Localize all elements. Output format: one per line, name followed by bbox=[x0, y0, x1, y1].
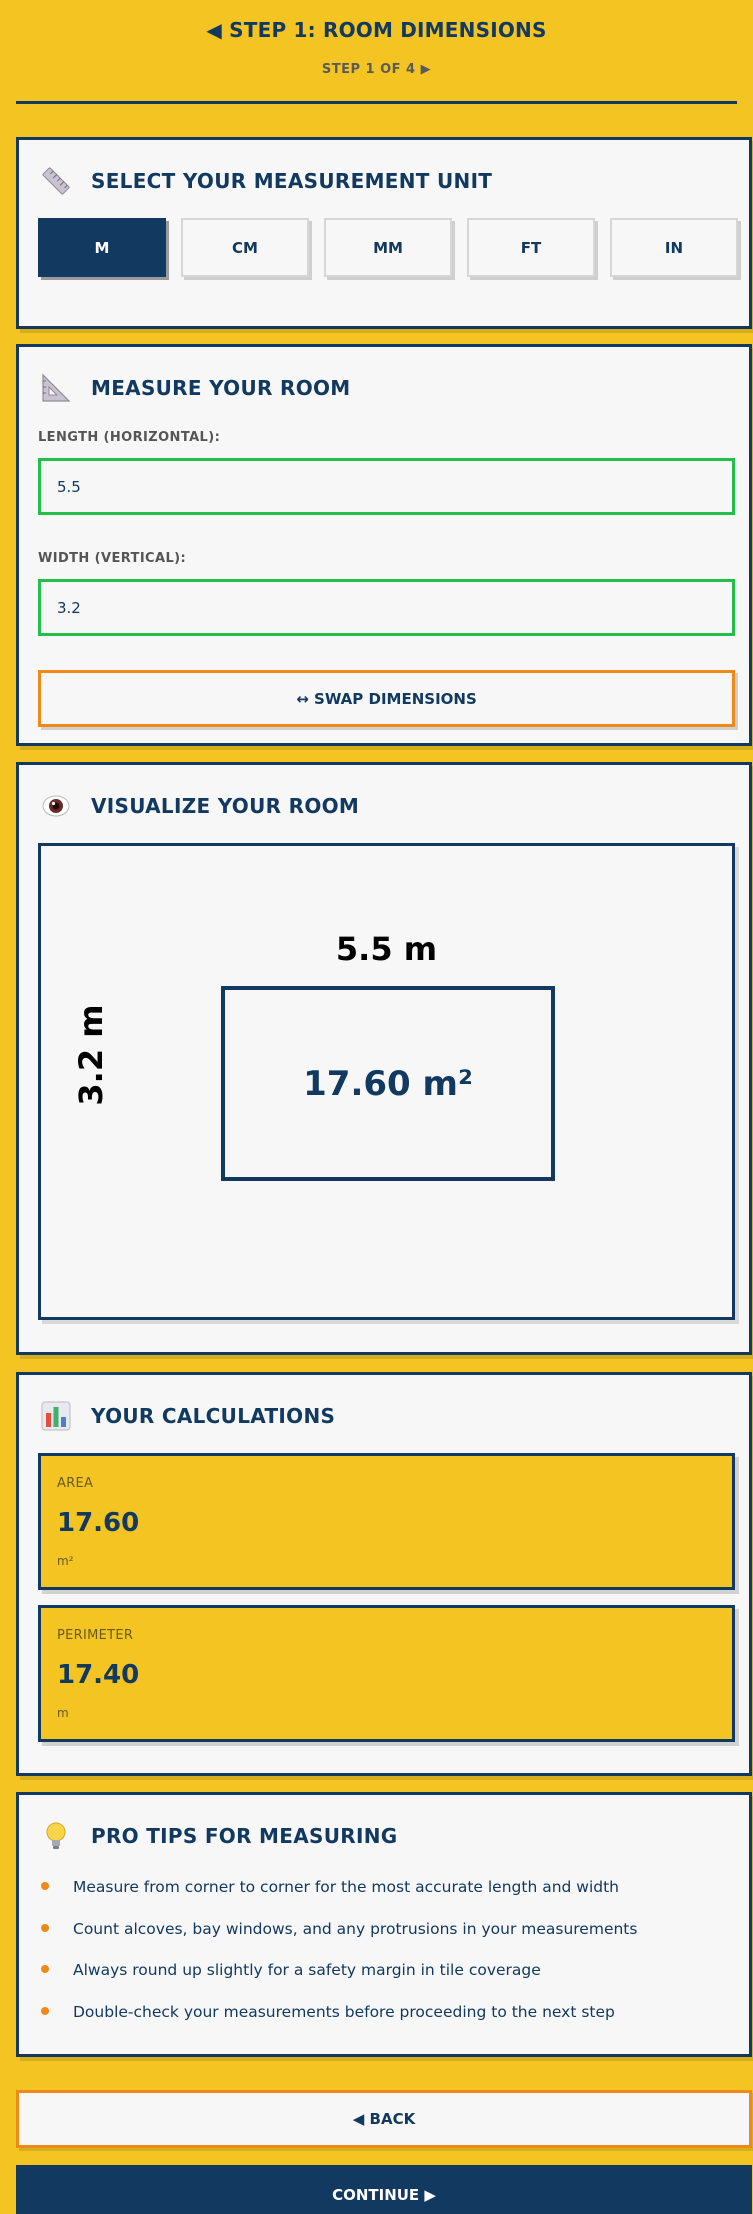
tip-item: Measure from corner to corner for the mo… bbox=[38, 1877, 637, 1919]
perimeter-result-box: PERIMETER 17.40 m bbox=[38, 1605, 735, 1742]
perimeter-result-unit: m bbox=[57, 1706, 69, 1720]
room-visualization: 5.5 m 3.2 m 17.60 m² bbox=[38, 843, 735, 1320]
visualize-card-title: VISUALIZE YOUR ROOM bbox=[91, 794, 360, 818]
unit-button-cm[interactable]: CM bbox=[181, 218, 309, 277]
unit-button-m[interactable]: M bbox=[38, 218, 166, 277]
tips-card-title: PRO TIPS FOR MEASURING bbox=[91, 1824, 398, 1848]
tip-item: Double-check your measurements before pr… bbox=[38, 2002, 637, 2044]
width-label: WIDTH (VERTICAL): bbox=[38, 551, 187, 566]
width-input[interactable] bbox=[38, 579, 735, 636]
tips-list: Measure from corner to corner for the mo… bbox=[38, 1877, 637, 2043]
tip-item: Count alcoves, bay windows, and any prot… bbox=[38, 1919, 637, 1961]
bar-chart-icon bbox=[39, 1399, 73, 1433]
unit-button-in[interactable]: IN bbox=[610, 218, 738, 277]
pro-tips-card: PRO TIPS FOR MEASURING Measure from corn… bbox=[16, 1792, 752, 2057]
continue-button[interactable]: CONTINUE ▶ bbox=[16, 2165, 752, 2214]
tip-text: Double-check your measurements before pr… bbox=[73, 2002, 615, 2021]
visualize-card-header: VISUALIZE YOUR ROOM bbox=[39, 789, 359, 823]
eye-icon bbox=[39, 789, 73, 823]
area-result-unit: m² bbox=[57, 1554, 74, 1568]
bullet-dot-icon bbox=[41, 1882, 49, 1890]
room-area-label: 17.60 m² bbox=[303, 1063, 473, 1104]
measure-card-title: MEASURE YOUR ROOM bbox=[91, 376, 351, 400]
bullet-dot-icon bbox=[41, 1923, 49, 1932]
tip-text: Count alcoves, bay windows, and any prot… bbox=[73, 1919, 638, 1938]
measure-card-header: MEASURE YOUR ROOM bbox=[39, 371, 351, 405]
triangle-ruler-icon bbox=[39, 371, 73, 405]
tip-text: Measure from corner to corner for the mo… bbox=[73, 1878, 620, 1896]
step-indicator: STEP 1 OF 4 ▶ bbox=[321, 62, 432, 77]
lightbulb-icon bbox=[39, 1819, 73, 1853]
tip-item: Always round up slightly for a safety ma… bbox=[38, 1960, 637, 2002]
swap-dimensions-button[interactable]: ↔ SWAP DIMENSIONS bbox=[38, 670, 735, 727]
bullet-dot-icon bbox=[41, 2006, 49, 2015]
measure-room-card: MEASURE YOUR ROOM LENGTH (HORIZONTAL): W… bbox=[16, 344, 752, 746]
page-title: ◀ STEP 1: ROOM DIMENSIONS bbox=[206, 18, 547, 42]
unit-card-title: SELECT YOUR MEASUREMENT UNIT bbox=[91, 169, 493, 193]
page-header: ◀ STEP 1: ROOM DIMENSIONS STEP 1 OF 4 ▶ bbox=[16, 0, 737, 104]
width-dimension-label: 3.2 m bbox=[72, 1004, 110, 1106]
tips-card-header: PRO TIPS FOR MEASURING bbox=[39, 1819, 397, 1853]
ruler-icon bbox=[39, 164, 73, 198]
length-dimension-label: 5.5 m bbox=[335, 930, 438, 968]
bullet-dot-icon bbox=[41, 1965, 49, 1973]
area-result-value: 17.60 bbox=[57, 1508, 140, 1538]
length-input[interactable] bbox=[38, 458, 735, 515]
unit-selection-card: SELECT YOUR MEASUREMENT UNIT M CM MM FT … bbox=[16, 137, 752, 329]
calculations-card-header: YOUR CALCULATIONS bbox=[39, 1399, 335, 1433]
unit-card-header: SELECT YOUR MEASUREMENT UNIT bbox=[39, 164, 492, 198]
perimeter-result-label: PERIMETER bbox=[57, 1628, 134, 1643]
visualize-room-card: VISUALIZE YOUR ROOM 5.5 m 3.2 m 17.60 m² bbox=[16, 762, 752, 1355]
room-rectangle: 17.60 m² bbox=[221, 986, 555, 1181]
length-label: LENGTH (HORIZONTAL): bbox=[38, 430, 221, 445]
calculations-card: YOUR CALCULATIONS AREA 17.60 m² PERIMETE… bbox=[16, 1372, 752, 1776]
unit-button-mm[interactable]: MM bbox=[324, 218, 452, 277]
perimeter-result-value: 17.40 bbox=[57, 1660, 140, 1690]
back-button[interactable]: ◀ BACK bbox=[16, 2090, 752, 2148]
unit-button-group: M CM MM FT IN bbox=[38, 218, 738, 277]
area-result-label: AREA bbox=[57, 1476, 94, 1491]
tip-text: Always round up slightly for a safety ma… bbox=[73, 1961, 541, 1979]
unit-button-ft[interactable]: FT bbox=[467, 218, 595, 277]
calculations-card-title: YOUR CALCULATIONS bbox=[91, 1404, 336, 1428]
area-result-box: AREA 17.60 m² bbox=[38, 1453, 735, 1590]
